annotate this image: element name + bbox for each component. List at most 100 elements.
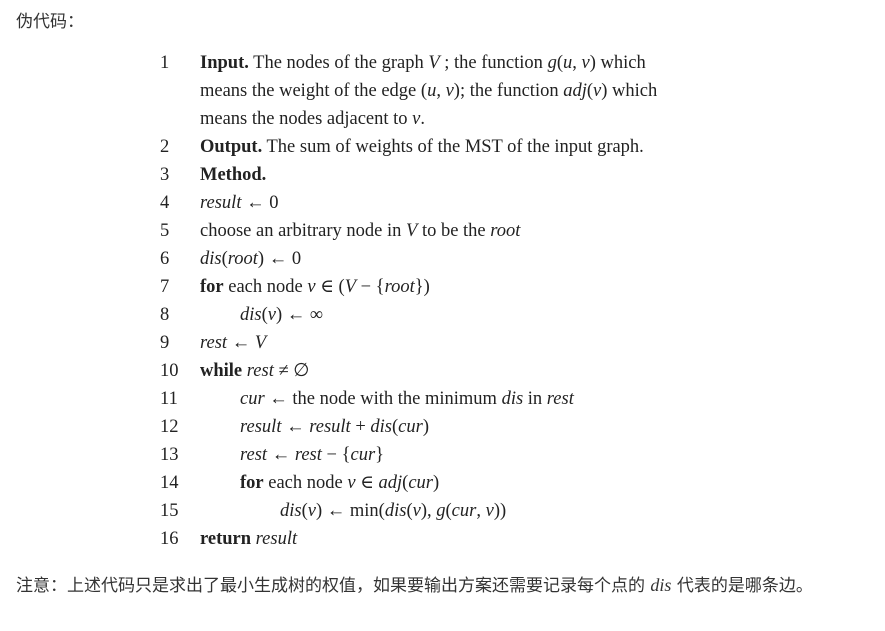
math-variable: V	[428, 53, 440, 73]
code-text: means the nodes adjacent to	[200, 109, 413, 129]
line-number: 1	[160, 53, 170, 73]
page-heading: 伪代码：	[16, 12, 84, 32]
line-number: 7	[160, 277, 170, 297]
line-code: dis(v) ← min(dis(v), g(cur, v))	[200, 497, 860, 525]
code-text: ) which	[589, 53, 646, 73]
code-text: ∈	[355, 473, 379, 493]
line-number: 5	[160, 221, 170, 241]
math-variable: cur	[408, 473, 434, 493]
pseudocode-block: 1 Input. The nodes of the graph V ; the f…	[160, 49, 860, 553]
code-row: while rest ≠ ∅	[200, 357, 860, 385]
code-row: rest ← V	[200, 329, 860, 357]
line-code: Input. The nodes of the graph V ; the fu…	[200, 49, 860, 133]
math-variable: cur	[451, 501, 477, 521]
code-text: means the weight of the edge (	[200, 81, 428, 101]
line-code: rest ← V	[200, 329, 860, 357]
keyword: for	[200, 277, 224, 297]
math-variable: V	[406, 221, 418, 241]
pseudocode-line-1: 1 Input. The nodes of the graph V ; the f…	[160, 49, 860, 133]
note-paragraph: 注意：上述代码只是求出了最小生成树的权值，如果要输出方案还需要记录每个点的 di…	[16, 570, 878, 601]
code-text: ← 0	[241, 193, 279, 213]
line-code: cur ← the node with the minimum dis in r…	[200, 385, 860, 413]
math-variable: rest	[200, 333, 228, 353]
math-variable: g	[547, 53, 557, 73]
code-text: ; the function	[439, 53, 548, 73]
keyword: Input.	[200, 53, 249, 73]
math-variable: V	[254, 333, 267, 353]
math-variable: root	[384, 277, 415, 297]
code-text: ))	[493, 501, 507, 521]
code-row: means the weight of the edge (u, v); the…	[200, 77, 860, 105]
line-number: 12	[160, 417, 179, 437]
code-row: result ← 0	[200, 189, 860, 217]
keyword: Method.	[200, 165, 267, 185]
math-variable: rest	[240, 445, 268, 465]
code-row: Method.	[200, 161, 860, 189]
code-text: to be the	[417, 221, 491, 241]
code-text: .	[420, 109, 426, 129]
code-row: rest ← rest − {cur}	[240, 441, 860, 469]
line-number: 2	[160, 137, 170, 157]
math-variable: root	[490, 221, 521, 241]
note-text-before: 注意：上述代码只是求出了最小生成树的权值，如果要输出方案还需要记录每个点的	[16, 576, 651, 596]
pseudocode-line-14: 14 for each node v ∈ adj(cur)	[160, 469, 860, 497]
line-code: return result	[200, 525, 860, 553]
math-variable: v	[581, 53, 590, 73]
line-number: 13	[160, 445, 179, 465]
math-variable: V	[344, 277, 356, 297]
pseudocode-line-3: 3 Method.	[160, 161, 860, 189]
line-code: Method.	[200, 161, 860, 189]
pseudocode-line-11: 11 cur ← the node with the minimum dis in…	[160, 385, 860, 413]
code-text: )	[422, 417, 429, 437]
math-variable: root	[227, 249, 258, 269]
code-text: })	[414, 277, 430, 297]
pseudocode-line-12: 12 result ← result + dis(cur)	[160, 413, 860, 441]
pseudocode-line-9: 9 rest ← V	[160, 329, 860, 357]
code-row: dis(v) ← ∞	[240, 301, 860, 329]
code-row: for each node v ∈ (V − {root})	[200, 273, 860, 301]
math-variable: rest	[246, 361, 274, 381]
pseudocode-line-13: 13 rest ← rest − {cur}	[160, 441, 860, 469]
math-variable: u	[427, 81, 437, 101]
line-number: 15	[160, 501, 179, 521]
code-row: means the nodes adjacent to v.	[200, 105, 860, 133]
pseudocode-line-16: 16 return result	[160, 525, 860, 553]
math-variable: cur	[240, 389, 265, 409]
math-variable: result	[200, 193, 242, 213]
math-variable: v	[412, 501, 421, 521]
math-variable: v	[307, 277, 316, 297]
line-number: 4	[160, 193, 170, 213]
code-text: ) ← ∞	[275, 305, 324, 325]
line-number: 14	[160, 473, 179, 493]
pseudocode-line-6: 6 dis(root) ← 0	[160, 245, 860, 273]
line-code: result ← result + dis(cur)	[200, 413, 860, 441]
code-text: ← the node with the minimum	[264, 389, 502, 409]
math-variable: dis	[501, 389, 524, 409]
math-variable: result	[240, 417, 282, 437]
code-text: ,	[436, 81, 446, 101]
code-text: choose an arbitrary node in	[200, 221, 406, 241]
pseudocode-line-7: 7 for each node v ∈ (V − {root})	[160, 273, 860, 301]
line-number: 10	[160, 361, 179, 381]
code-text: The nodes of the graph	[248, 53, 429, 73]
code-text: The sum of weights of the MST of the inp…	[262, 137, 644, 157]
code-text: − {	[321, 445, 351, 465]
keyword: Output.	[200, 137, 263, 157]
math-variable: g	[436, 501, 446, 521]
math-variable: rest	[294, 445, 322, 465]
math-variable: v	[445, 81, 454, 101]
code-text: }	[375, 445, 385, 465]
line-number: 3	[160, 165, 170, 185]
math-variable: result	[309, 417, 351, 437]
line-code: choose an arbitrary node in V to be the …	[200, 217, 860, 245]
math-variable: rest	[546, 389, 574, 409]
math-variable: v	[347, 473, 356, 493]
pseudocode-line-15: 15 dis(v) ← min(dis(v), g(cur, v))	[160, 497, 860, 525]
line-number: 9	[160, 333, 170, 353]
code-text: ←	[267, 445, 295, 465]
math-variable: adj	[563, 81, 587, 101]
code-text: − {	[356, 277, 385, 297]
keyword: for	[240, 473, 264, 493]
code-text: ),	[420, 501, 437, 521]
code-row: dis(root) ← 0	[200, 245, 860, 273]
